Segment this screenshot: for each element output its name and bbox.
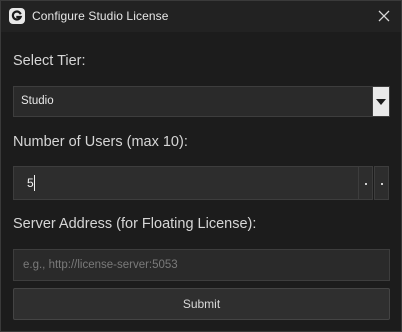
server-address-input[interactable] <box>13 249 390 281</box>
tier-select[interactable]: Studio <box>13 86 390 117</box>
users-label: Number of Users (max 10): <box>13 134 188 150</box>
g-logo-icon <box>9 8 25 24</box>
users-value: 5 <box>27 176 34 190</box>
server-label: Server Address (for Floating License): <box>13 216 257 232</box>
text-caret <box>34 175 35 191</box>
increment-icon <box>381 183 383 185</box>
close-icon <box>378 10 390 22</box>
window-title: Configure Studio License <box>32 9 169 23</box>
submit-button[interactable]: Submit <box>13 288 390 320</box>
close-button[interactable] <box>367 1 401 32</box>
users-spinbox[interactable]: 5 <box>13 166 359 200</box>
title-bar: Configure Studio License <box>1 1 401 32</box>
tier-label: Select Tier: <box>13 53 86 69</box>
license-dialog: Configure Studio License Select Tier: St… <box>0 0 402 332</box>
increment-button[interactable] <box>374 166 389 200</box>
decrement-button[interactable] <box>358 166 373 200</box>
chevron-down-icon <box>376 99 386 105</box>
tier-select-value: Studio <box>21 95 54 107</box>
dropdown-arrow-button[interactable] <box>372 87 389 116</box>
decrement-icon <box>365 183 367 185</box>
